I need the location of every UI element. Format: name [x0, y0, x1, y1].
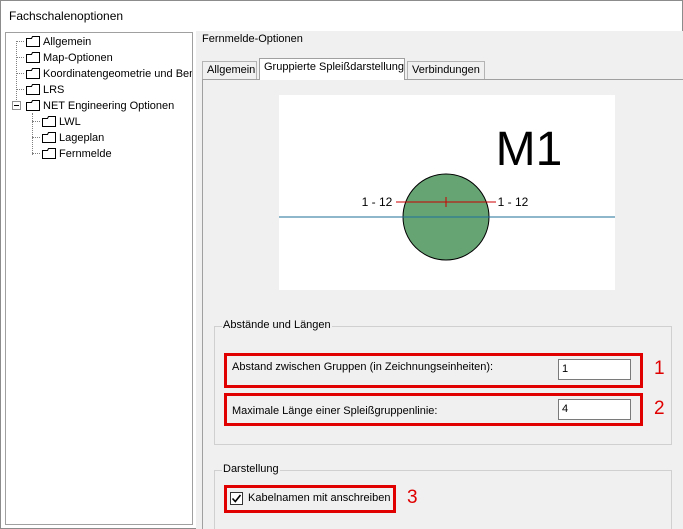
spacing-legend: Abstände und Längen	[222, 319, 332, 331]
tree-connector	[32, 137, 40, 138]
folder-icon	[26, 52, 40, 63]
folder-icon	[26, 84, 40, 95]
tab-gruppierte-spleissdarstellung[interactable]: Gruppierte Spleißdarstellung	[259, 58, 405, 80]
panel-title: Fernmelde-Optionen	[202, 33, 303, 45]
options-panel: Fernmelde-Optionen Allgemein Gruppierte …	[196, 31, 683, 529]
gap-input[interactable]: 1	[558, 359, 631, 380]
tree-connector	[16, 73, 24, 74]
folder-icon	[42, 116, 56, 127]
tree-connector	[32, 153, 40, 154]
checkmark-icon	[231, 494, 242, 503]
tree-connector	[32, 121, 40, 122]
marker-1: 1	[654, 358, 665, 379]
tree-connector	[32, 113, 33, 155]
preview-title-text: M1	[496, 123, 563, 176]
tab-verbindungen[interactable]: Verbindungen	[407, 61, 485, 79]
options-tree[interactable]: Allgemein Map-Optionen Koordinatengeomet…	[5, 32, 193, 525]
display-legend: Darstellung	[222, 463, 280, 475]
window-title: Fachschalenoptionen	[9, 9, 124, 23]
folder-icon	[42, 148, 56, 159]
max-length-label: Maximale Länge einer Spleißgruppenlinie:	[232, 405, 438, 417]
tree-connector	[16, 41, 24, 42]
folder-icon	[26, 36, 40, 47]
tab-panel: M1 1 - 12 1 - 12 Abstände und Längen Abs…	[202, 79, 683, 529]
splice-preview-drawing: M1 1 - 12 1 - 12	[279, 123, 615, 261]
marker-3: 3	[407, 487, 418, 508]
tab-allgemein[interactable]: Allgemein	[202, 61, 257, 79]
collapse-icon[interactable]	[12, 101, 21, 110]
folder-icon	[26, 68, 40, 79]
gap-label: Abstand zwischen Gruppen (in Zeichnungse…	[232, 361, 494, 373]
options-dialog: Fachschalenoptionen Allgemein Map-Option…	[0, 0, 683, 529]
tree-connector	[16, 89, 24, 90]
splice-preview: M1 1 - 12 1 - 12	[279, 95, 615, 290]
cable-names-checkbox[interactable]	[230, 492, 243, 505]
splice-label-right: 1 - 12	[498, 195, 529, 209]
title-bar: Fachschalenoptionen	[1, 1, 682, 31]
cable-names-label[interactable]: Kabelnamen mit anschreiben	[248, 492, 390, 504]
marker-2: 2	[654, 398, 665, 419]
folder-icon	[26, 100, 40, 111]
folder-icon	[42, 132, 56, 143]
max-length-input[interactable]: 4	[558, 399, 631, 420]
tree-connector	[16, 57, 24, 58]
splice-label-left: 1 - 12	[362, 195, 393, 209]
